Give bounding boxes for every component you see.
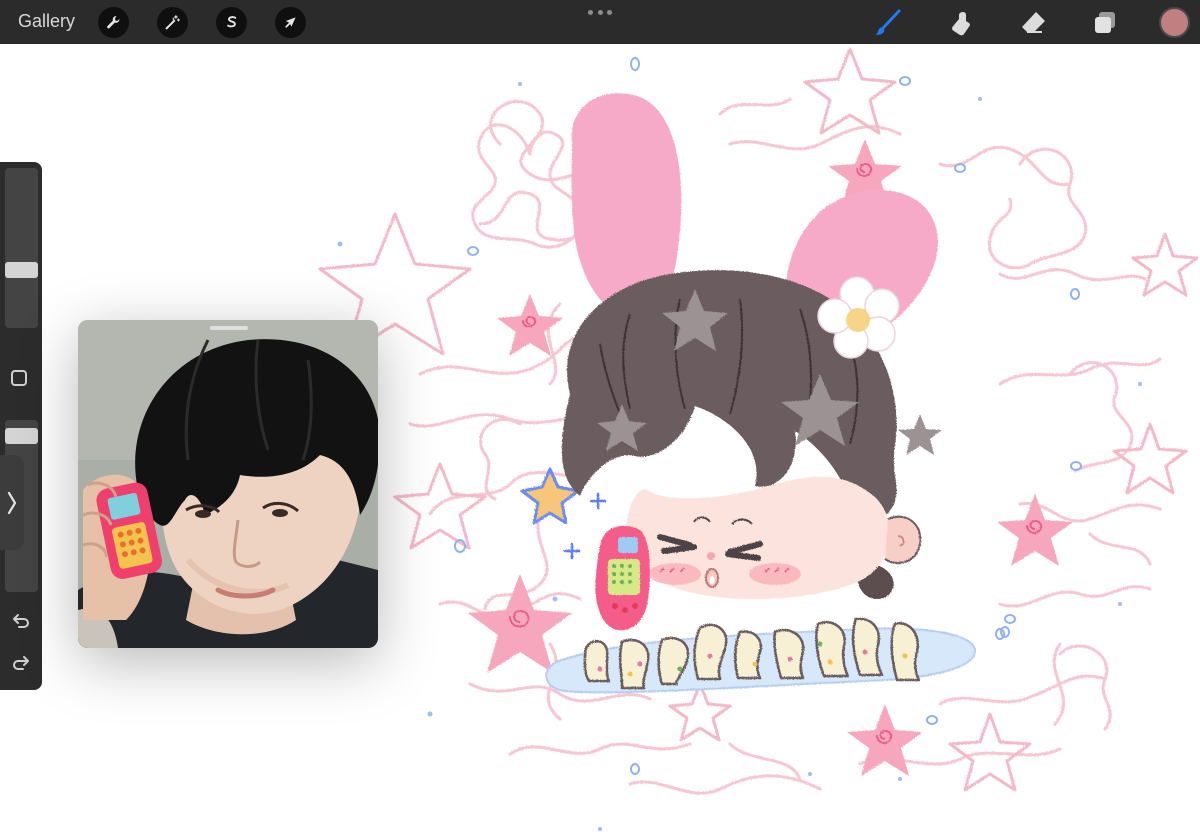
color-swatch[interactable] bbox=[1161, 9, 1188, 36]
sidebar-toggle-tab[interactable] bbox=[0, 455, 24, 550]
brush-size-track[interactable] bbox=[5, 168, 38, 328]
wrench-icon[interactable] bbox=[98, 7, 129, 38]
sparkles bbox=[520, 467, 607, 560]
layers-icon[interactable] bbox=[1090, 8, 1120, 38]
transform-arrow-icon[interactable] bbox=[275, 7, 306, 38]
procreate-app: Gallery bbox=[0, 0, 1200, 834]
magic-wand-icon[interactable] bbox=[157, 7, 188, 38]
brush-size-slider[interactable] bbox=[5, 261, 38, 278]
left-sidebar bbox=[0, 162, 42, 690]
text-banner-decoration bbox=[545, 617, 977, 694]
toy-phone-icon bbox=[595, 525, 650, 631]
smudge-icon[interactable] bbox=[946, 8, 976, 38]
brush-icon[interactable] bbox=[873, 8, 903, 38]
eraser-icon[interactable] bbox=[1018, 8, 1048, 38]
more-dots-icon[interactable] bbox=[588, 6, 612, 18]
canvas-artwork[interactable] bbox=[300, 44, 1200, 834]
chevron-right-icon bbox=[7, 491, 17, 514]
reference-window-handle[interactable] bbox=[210, 326, 248, 330]
modify-square-icon[interactable] bbox=[11, 370, 27, 386]
top-toolbar: Gallery bbox=[0, 0, 1200, 44]
reference-photo bbox=[78, 320, 378, 648]
opacity-slider[interactable] bbox=[5, 427, 38, 444]
blue-specks bbox=[337, 82, 1142, 831]
gallery-button[interactable]: Gallery bbox=[18, 11, 75, 32]
reference-window[interactable] bbox=[78, 320, 378, 648]
selection-icon[interactable] bbox=[216, 7, 247, 38]
redo-icon[interactable] bbox=[10, 652, 32, 674]
undo-icon[interactable] bbox=[10, 610, 32, 632]
